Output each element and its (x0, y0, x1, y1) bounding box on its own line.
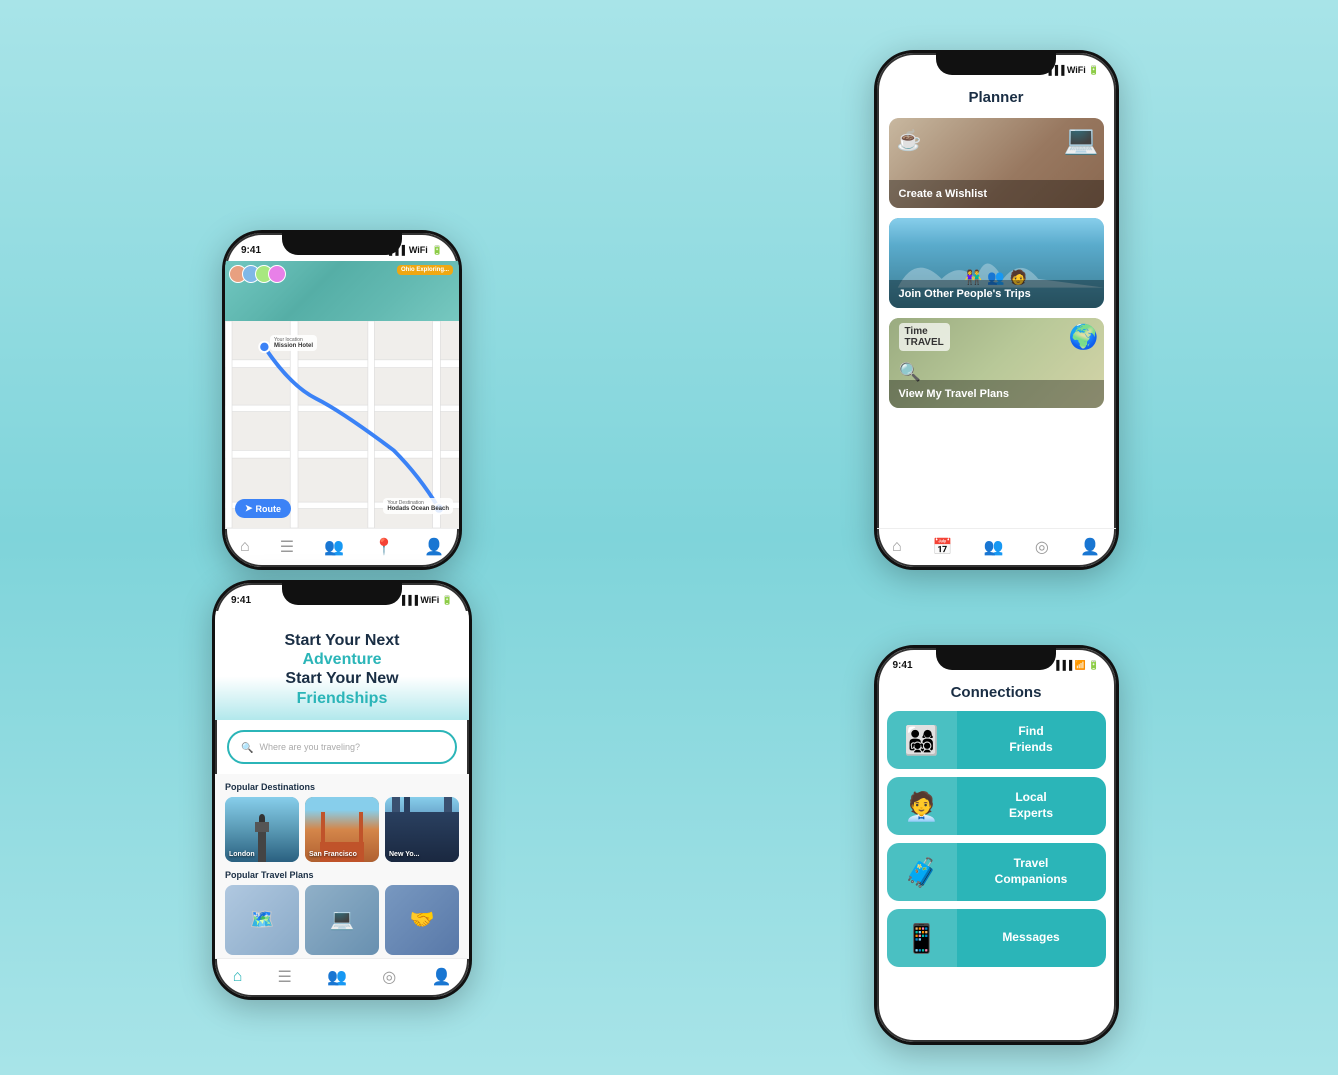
map-header-image: Ohio Exploring... (225, 261, 459, 321)
find-friends-label: FindFriends (957, 724, 1106, 755)
dest-ny[interactable]: New Yo... (385, 797, 459, 862)
planner-title: Planner (877, 81, 1116, 118)
home-nav-person[interactable]: 👤 (431, 967, 451, 987)
messages-image: 📱 (887, 909, 957, 967)
notch-planner (936, 53, 1056, 75)
join-trips-card-label: Join Other People's Trips (889, 280, 1104, 308)
planner-content: Planner 💻 ☕ Create a Wishlist (877, 81, 1116, 567)
dest-london[interactable]: London (225, 797, 299, 862)
connections-list: 👨‍👩‍👧‍👦 FindFriends 🧑‍💼 LocalExperts 🧳 (877, 711, 1116, 1042)
app-layout: 9:41 ▐▐▐ WiFi 🔋 Ohio Exploring... (0, 0, 1338, 1075)
planner-nav-group[interactable]: 👥 (984, 537, 1004, 557)
avatar-group (229, 265, 286, 283)
destinations-row: London San Francisco (225, 797, 459, 862)
headline-2: Adventure (231, 650, 453, 669)
nav-group-icon[interactable]: 👥 (324, 537, 344, 557)
status-time-map: 9:41 (241, 245, 261, 256)
find-friends-card[interactable]: 👨‍👩‍👧‍👦 FindFriends (887, 711, 1106, 769)
join-trips-card[interactable]: 👫 👥 🧑 Join Other People's Trips (889, 218, 1104, 308)
nav-home-icon[interactable]: ⌂ (240, 538, 250, 556)
planner-nav-calendar[interactable]: 📅 (933, 537, 953, 557)
route-icon: ➤ (245, 503, 253, 514)
nav-pin-icon[interactable]: 📍 (374, 537, 394, 557)
map-content: Ohio Exploring... (225, 261, 459, 567)
search-placeholder: Where are you traveling? (259, 742, 360, 752)
search-bar[interactable]: Where are you traveling? (227, 730, 457, 764)
connections-title: Connections (877, 676, 1116, 711)
sf-label: San Francisco (309, 851, 357, 858)
travel-plans-card-label: View My Travel Plans (889, 380, 1104, 408)
home-nav-calendar[interactable]: ☰ (278, 967, 292, 987)
plan-card-1[interactable]: 🗺️ (225, 885, 299, 955)
travel-companions-image: 🧳 (887, 843, 957, 901)
london-label: London (229, 851, 255, 858)
dest-sf[interactable]: San Francisco (305, 797, 379, 862)
popular-destinations-label: Popular Destinations (225, 774, 459, 797)
map-area: Your location Mission Hotel Your Destina… (225, 321, 459, 528)
planner-nav-home[interactable]: ⌂ (892, 538, 902, 556)
home-nav-home[interactable]: ⌂ (233, 968, 243, 986)
travel-plans-card[interactable]: 🌍 TimeTRAVEL 🔍 View My Travel Plans (889, 318, 1104, 408)
phone-map: 9:41 ▐▐▐ WiFi 🔋 Ohio Exploring... (222, 230, 462, 570)
ny-label: New Yo... (389, 851, 419, 858)
notch-map (282, 233, 402, 255)
local-experts-card[interactable]: 🧑‍💼 LocalExperts (887, 777, 1106, 835)
home-nav-group[interactable]: 👥 (327, 967, 347, 987)
planner-nav-person[interactable]: 👤 (1080, 537, 1100, 557)
popular-plans-label: Popular Travel Plans (225, 862, 459, 885)
status-icons-connections: ▐▐▐ 📶 🔋 (1053, 660, 1100, 671)
home-nav-pin[interactable]: ◎ (382, 967, 396, 987)
messages-label: Messages (957, 930, 1106, 946)
planner-cards-container: 💻 ☕ Create a Wishlist 👫 (877, 118, 1116, 516)
wishlist-card-label: Create a Wishlist (889, 180, 1104, 208)
status-icons-home: ▐▐▐ WiFi 🔋 (399, 595, 453, 606)
travel-companions-card[interactable]: 🧳 TravelCompanions (887, 843, 1106, 901)
headline-1: Start Your Next (231, 631, 453, 650)
plans-row: 🗺️ 💻 🤝 (225, 885, 459, 955)
home-scroll: Popular Destinations London (215, 774, 469, 958)
status-time-connections: 9:41 (893, 660, 913, 671)
local-experts-label: LocalExperts (957, 790, 1106, 821)
wishlist-card[interactable]: 💻 ☕ Create a Wishlist (889, 118, 1104, 208)
nav-person-icon[interactable]: 👤 (424, 537, 444, 557)
destination-label: Your Destination Hodads Ocean Beach (383, 498, 453, 514)
notch-home (282, 583, 402, 605)
planner-nav: ⌂ 📅 👥 ◎ 👤 (877, 528, 1116, 567)
map-bottom-nav: ⌂ ☰ 👥 📍 👤 (225, 528, 459, 567)
start-location-label: Your location Mission Hotel (270, 335, 317, 351)
map-promo-badge: Ohio Exploring... (397, 265, 453, 275)
find-friends-image: 👨‍👩‍👧‍👦 (887, 711, 957, 769)
travel-companions-label: TravelCompanions (957, 856, 1106, 887)
plan-card-3[interactable]: 🤝 (385, 885, 459, 955)
nav-calendar-icon[interactable]: ☰ (280, 537, 294, 557)
planner-nav-pin[interactable]: ◎ (1035, 537, 1049, 557)
plan-card-2[interactable]: 💻 (305, 885, 379, 955)
map-svg (225, 321, 459, 528)
status-time-home: 9:41 (231, 595, 251, 606)
route-button[interactable]: ➤ Route (235, 499, 291, 518)
home-bottom-nav: ⌂ ☰ 👥 ◎ 👤 (215, 958, 469, 997)
notch-connections (936, 648, 1056, 670)
headline-4: Friendships (231, 689, 453, 708)
home-content: Start Your Next Adventure Start Your New… (215, 611, 469, 997)
local-experts-image: 🧑‍💼 (887, 777, 957, 835)
search-icon (241, 738, 253, 756)
phone-planner: ▐▐▐ WiFi 🔋 Planner 💻 ☕ Create a Wishlist (874, 50, 1119, 570)
connections-content: Connections 👨‍👩‍👧‍👦 FindFriends 🧑‍💼 Loca… (877, 676, 1116, 1042)
messages-card[interactable]: 📱 Messages (887, 909, 1106, 967)
phone-home: 9:41 ▐▐▐ WiFi 🔋 Start Your Next Adventur… (212, 580, 472, 1000)
home-hero: Start Your Next Adventure Start Your New… (215, 611, 469, 720)
phone-connections: 9:41 ▐▐▐ 📶 🔋 Connections 👨‍👩‍👧‍👦 FindFri… (874, 645, 1119, 1045)
headline-3: Start Your New (231, 669, 453, 688)
